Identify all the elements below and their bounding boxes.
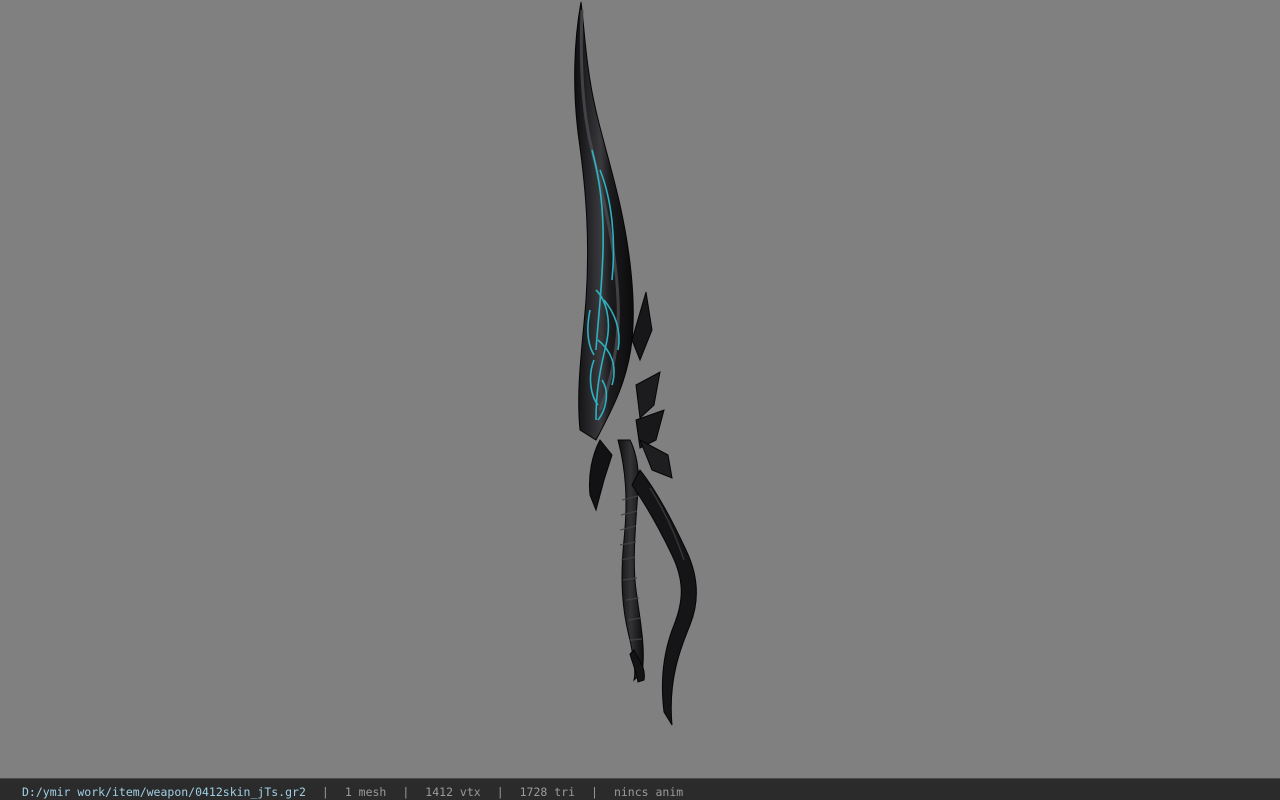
separator: | xyxy=(496,785,504,799)
separator: | xyxy=(321,785,329,799)
file-path: D:/ymir work/item/weapon/0412skin_jTs.gr… xyxy=(22,785,306,799)
3d-viewport[interactable] xyxy=(0,0,1280,778)
separator: | xyxy=(591,785,598,799)
weapon-model xyxy=(574,1,697,726)
separator: | xyxy=(402,785,410,799)
mesh-count: 1 mesh xyxy=(344,785,387,799)
triangle-count: 1728 tri xyxy=(519,785,576,799)
vertex-count: 1412 vtx xyxy=(425,785,481,799)
animation-status: nincs anim xyxy=(613,785,684,799)
guard-right xyxy=(639,438,673,479)
status-bar: D:/ymir work/item/weapon/0412skin_jTs.gr… xyxy=(0,778,1280,800)
guard-spike-top xyxy=(631,291,653,362)
side-tendril xyxy=(631,469,697,726)
blade xyxy=(574,1,634,441)
guard-left xyxy=(589,439,613,512)
guard-spike-mid xyxy=(635,371,661,420)
